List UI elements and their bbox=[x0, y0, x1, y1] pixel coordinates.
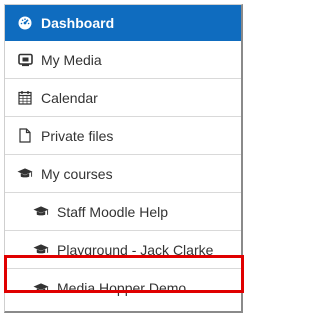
tachometer-icon bbox=[17, 15, 33, 31]
nav-item-label: Calendar bbox=[41, 89, 98, 106]
nav-item-label: Private files bbox=[41, 127, 114, 144]
nav-item-my-media[interactable]: My Media bbox=[5, 41, 241, 79]
calendar-icon bbox=[17, 90, 33, 106]
nav-item-calendar[interactable]: Calendar bbox=[5, 79, 241, 117]
graduation-cap-icon bbox=[17, 166, 33, 182]
nav-item-course-media-hopper-demo[interactable]: Media Hopper Demo bbox=[5, 269, 241, 307]
media-icon bbox=[17, 52, 33, 68]
graduation-cap-icon bbox=[33, 204, 49, 220]
nav-item-label: Dashboard bbox=[41, 15, 115, 31]
nav-item-my-courses[interactable]: My courses bbox=[5, 155, 241, 193]
graduation-cap-icon bbox=[33, 242, 49, 258]
graduation-cap-icon bbox=[33, 280, 49, 296]
nav-item-label: Media Hopper Demo bbox=[57, 280, 187, 296]
nav-item-label: My courses bbox=[41, 165, 113, 182]
nav-item-label: Playground - Jack Clarke bbox=[57, 241, 214, 258]
nav-item-course-staff-moodle-help[interactable]: Staff Moodle Help bbox=[5, 193, 241, 231]
file-icon bbox=[17, 128, 33, 144]
nav-item-course-playground[interactable]: Playground - Jack Clarke bbox=[5, 231, 241, 269]
nav-item-private-files[interactable]: Private files bbox=[5, 117, 241, 155]
nav-item-label: My Media bbox=[41, 51, 102, 68]
nav-item-dashboard[interactable]: Dashboard bbox=[5, 5, 241, 41]
nav-item-label: Staff Moodle Help bbox=[57, 203, 169, 220]
navigation-drawer: Dashboard My Media Calendar Private file… bbox=[4, 4, 243, 313]
